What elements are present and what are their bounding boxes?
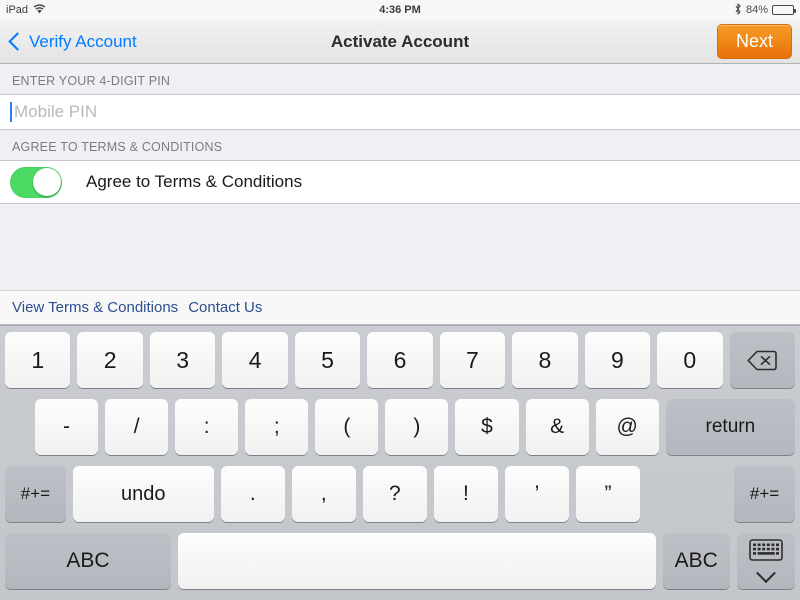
abc-key-right[interactable]: ABC bbox=[662, 533, 730, 589]
keyboard-row-punctuation: #+= undo . , ? ! ’ ” #+= bbox=[5, 466, 795, 522]
key-hyphen[interactable]: - bbox=[35, 399, 99, 455]
symbols-key-right[interactable]: #+= bbox=[734, 466, 795, 522]
key-9[interactable]: 9 bbox=[584, 332, 651, 388]
key-1[interactable]: 1 bbox=[5, 332, 71, 388]
content-spacer bbox=[0, 204, 800, 291]
terms-toggle-label: Agree to Terms & Conditions bbox=[86, 172, 303, 191]
bluetooth-icon bbox=[734, 2, 742, 18]
links-toolbar: View Terms & Conditions Contact Us bbox=[0, 291, 800, 325]
delete-backward-icon bbox=[747, 350, 778, 371]
key-5[interactable]: 5 bbox=[294, 332, 361, 388]
wifi-icon bbox=[33, 3, 46, 17]
key-6[interactable]: 6 bbox=[367, 332, 433, 388]
key-7[interactable]: 7 bbox=[439, 332, 506, 388]
ipad-screen: iPad 4:36 PM 84% Verify Account Activate… bbox=[0, 0, 800, 600]
keyboard-row-numbers: 1 2 3 4 5 6 7 8 9 0 bbox=[5, 332, 795, 388]
symbols-key-left[interactable]: #+= bbox=[5, 466, 66, 522]
keyboard-row-symbols: - / : ; ( ) $ & @ return bbox=[5, 399, 796, 455]
key-quote[interactable]: ” bbox=[576, 466, 641, 522]
backspace-key[interactable] bbox=[729, 332, 795, 388]
key-question[interactable]: ? bbox=[362, 466, 427, 522]
text-caret bbox=[10, 102, 12, 122]
key-dollar[interactable]: $ bbox=[455, 399, 519, 455]
pin-input-cell[interactable]: Mobile PIN bbox=[0, 94, 800, 130]
back-button-label: Verify Account bbox=[29, 31, 137, 51]
keyboard-row-bottom: ABC ABC bbox=[5, 533, 795, 589]
key-2[interactable]: 2 bbox=[77, 332, 143, 388]
key-paren-open[interactable]: ( bbox=[315, 399, 379, 455]
terms-toggle-switch[interactable] bbox=[10, 166, 62, 198]
chevron-left-icon bbox=[8, 32, 27, 51]
key-comma[interactable]: , bbox=[291, 466, 356, 522]
terms-section-header: AGREE TO TERMS & CONDITIONS bbox=[0, 130, 800, 160]
space-key[interactable] bbox=[178, 533, 656, 589]
back-button[interactable]: Verify Account bbox=[8, 32, 137, 52]
status-bar-right: 84% bbox=[734, 2, 796, 18]
key-ampersand[interactable]: & bbox=[525, 399, 589, 455]
onscreen-keyboard: 1 2 3 4 5 6 7 8 9 0 - / : ; () $ & @ re… bbox=[0, 325, 800, 600]
row3-gap bbox=[647, 466, 727, 522]
battery-percent-label: 84% bbox=[745, 4, 768, 16]
key-8[interactable]: 8 bbox=[512, 332, 578, 388]
key-0[interactable]: 0 bbox=[657, 332, 723, 388]
toggle-knob bbox=[32, 168, 61, 196]
status-bar-time: 4:36 PM bbox=[379, 4, 421, 16]
return-key[interactable]: return bbox=[665, 399, 796, 455]
terms-toggle-cell[interactable]: Agree to Terms & Conditions bbox=[0, 160, 800, 204]
key-4[interactable]: 4 bbox=[222, 332, 288, 388]
key-semicolon[interactable]: ; bbox=[245, 399, 309, 455]
key-exclamation[interactable]: ! bbox=[433, 466, 498, 522]
next-button[interactable]: Next bbox=[716, 23, 792, 60]
undo-key[interactable]: undo bbox=[72, 466, 214, 522]
key-at[interactable]: @ bbox=[595, 399, 659, 455]
pin-input-placeholder: Mobile PIN bbox=[14, 102, 98, 121]
view-terms-link[interactable]: View Terms & Conditions bbox=[12, 299, 178, 316]
key-paren-close[interactable]: ) bbox=[385, 399, 449, 455]
contact-us-link[interactable]: Contact Us bbox=[188, 299, 262, 316]
navigation-bar: Verify Account Activate Account Next bbox=[0, 20, 800, 64]
battery-icon bbox=[772, 5, 796, 15]
key-slash[interactable]: / bbox=[105, 399, 169, 455]
carrier-label: iPad bbox=[6, 4, 29, 16]
key-apostrophe[interactable]: ’ bbox=[504, 466, 569, 522]
abc-key-left[interactable]: ABC bbox=[5, 533, 172, 589]
key-period[interactable]: . bbox=[220, 466, 285, 522]
pin-section-header: ENTER YOUR 4-DIGIT PIN bbox=[0, 64, 800, 94]
key-3[interactable]: 3 bbox=[149, 332, 216, 388]
search-input-wrap: Mobile PIN bbox=[10, 102, 790, 122]
status-bar-left: iPad bbox=[6, 3, 46, 17]
key-colon[interactable]: : bbox=[175, 399, 239, 455]
hide-keyboard-key[interactable] bbox=[736, 533, 795, 589]
form-content: ENTER YOUR 4-DIGIT PIN Mobile PIN AGREE … bbox=[0, 64, 800, 291]
status-bar: iPad 4:36 PM 84% bbox=[0, 0, 800, 20]
